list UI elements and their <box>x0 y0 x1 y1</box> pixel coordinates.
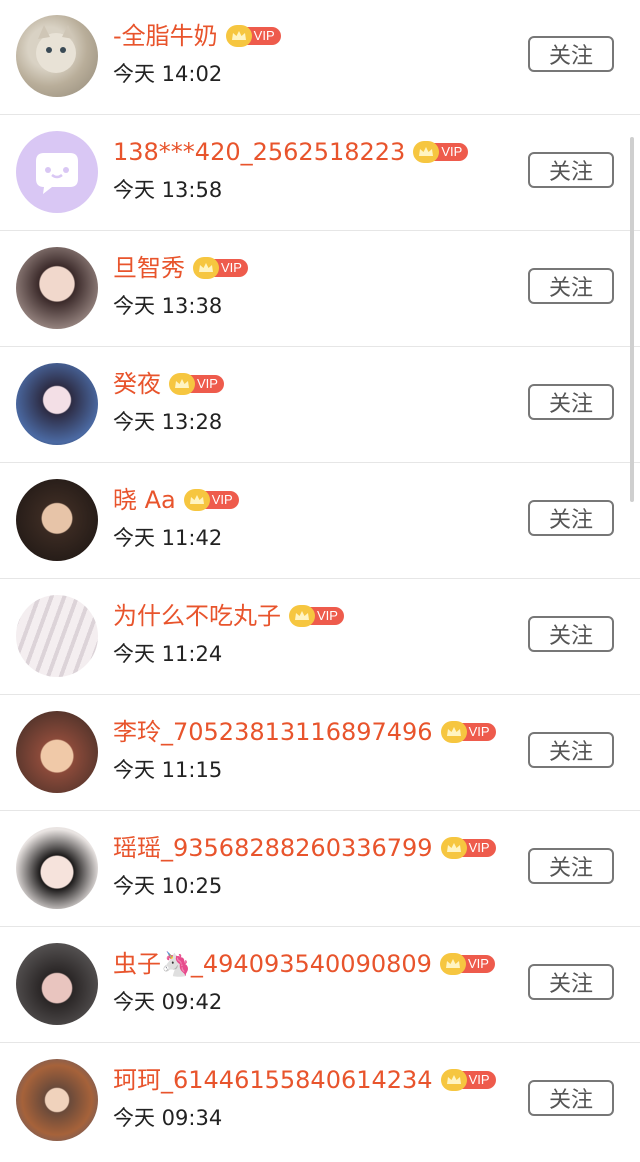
follow-button[interactable]: 关注 <box>528 848 614 884</box>
user-name[interactable]: 癸夜 <box>113 367 161 401</box>
vip-badge: VIP <box>193 257 248 279</box>
vip-badge: VIP <box>440 1069 496 1091</box>
avatar[interactable] <box>16 131 98 213</box>
crown-icon <box>193 257 219 279</box>
follow-button[interactable]: 关注 <box>528 732 614 768</box>
follow-button[interactable]: 关注 <box>528 152 614 188</box>
user-name[interactable]: 晓 Aa <box>113 483 176 517</box>
visit-time: 今天 09:34 <box>113 1106 223 1130</box>
avatar[interactable] <box>16 827 98 909</box>
follow-button[interactable]: 关注 <box>528 964 614 1000</box>
visit-time: 今天 11:15 <box>113 758 223 782</box>
crown-icon <box>440 837 467 859</box>
visit-time: 今天 11:24 <box>113 642 223 666</box>
list-item[interactable]: 珂珂_61446155840614234 VIP 今天 09:34 关注 <box>0 1043 640 1159</box>
crown-icon <box>440 721 467 743</box>
list-item[interactable]: 旦智秀 VIP 今天 13:38 关注 <box>0 231 640 347</box>
follow-button[interactable]: 关注 <box>528 268 614 304</box>
avatar[interactable] <box>16 479 98 561</box>
visit-time: 今天 13:58 <box>113 178 223 202</box>
user-name[interactable]: 为什么不吃丸子 <box>113 599 281 633</box>
list-item[interactable]: -全脂牛奶 VIP 今天 14:02 关注 <box>0 0 640 115</box>
visit-time: 今天 10:25 <box>113 874 223 898</box>
user-name[interactable]: -全脂牛奶 <box>113 19 218 53</box>
visit-time: 今天 14:02 <box>113 62 223 86</box>
list-item[interactable]: 癸夜 VIP 今天 13:28 关注 <box>0 347 640 463</box>
vip-badge: VIP <box>440 837 496 859</box>
vip-badge: VIP <box>183 489 239 511</box>
user-name[interactable]: 虫子🦄_494093540090809 <box>113 947 432 981</box>
visit-time: 今天 13:28 <box>113 410 223 434</box>
vip-badge: VIP <box>439 953 495 975</box>
avatar[interactable] <box>16 943 98 1025</box>
crown-icon <box>183 489 210 511</box>
list-item[interactable]: 李玲_70523813116897496 VIP 今天 11:15 关注 <box>0 695 640 811</box>
avatar[interactable] <box>16 1059 98 1141</box>
follow-button[interactable]: 关注 <box>528 36 614 72</box>
follow-button[interactable]: 关注 <box>528 384 614 420</box>
avatar[interactable] <box>16 15 98 97</box>
crown-icon <box>439 953 466 975</box>
follow-button[interactable]: 关注 <box>528 1080 614 1116</box>
list-item[interactable]: 虫子🦄_494093540090809 VIP 今天 09:42 关注 <box>0 927 640 1043</box>
user-name[interactable]: 138***420_2562518223 <box>113 135 405 169</box>
avatar[interactable] <box>16 595 98 677</box>
list-item[interactable]: 为什么不吃丸子 VIP 今天 11:24 关注 <box>0 579 640 695</box>
visit-time: 今天 09:42 <box>113 990 223 1014</box>
vip-badge: VIP <box>225 25 281 47</box>
crown-icon <box>440 1069 467 1091</box>
avatar[interactable] <box>16 247 98 329</box>
visit-time: 今天 11:42 <box>113 526 223 550</box>
follow-button[interactable]: 关注 <box>528 616 614 652</box>
avatar[interactable] <box>16 363 98 445</box>
user-name[interactable]: 瑶瑶_93568288260336799 <box>113 831 433 865</box>
avatar[interactable] <box>16 711 98 793</box>
vip-badge: VIP <box>440 721 496 743</box>
chat-bubble-icon <box>36 153 78 194</box>
user-name[interactable]: 珂珂_61446155840614234 <box>113 1063 433 1097</box>
vip-badge: VIP <box>289 605 344 627</box>
crown-icon <box>413 141 440 163</box>
crown-icon <box>225 25 252 47</box>
list-item[interactable]: 瑶瑶_93568288260336799 VIP 今天 10:25 关注 <box>0 811 640 927</box>
crown-icon <box>289 605 315 627</box>
user-name[interactable]: 旦智秀 <box>113 251 185 285</box>
follower-list: -全脂牛奶 VIP 今天 14:02 关注 138***420_25625182… <box>0 0 640 1159</box>
list-item[interactable]: 晓 Aa VIP 今天 11:42 关注 <box>0 463 640 579</box>
vip-badge: VIP <box>413 141 469 163</box>
vip-badge: VIP <box>169 373 224 395</box>
user-name[interactable]: 李玲_70523813116897496 <box>113 715 433 749</box>
crown-icon <box>169 373 195 395</box>
follow-button[interactable]: 关注 <box>528 500 614 536</box>
visit-time: 今天 13:38 <box>113 294 223 318</box>
scrollbar[interactable] <box>630 137 634 502</box>
list-item[interactable]: 138***420_2562518223 VIP 今天 13:58 关注 <box>0 115 640 231</box>
